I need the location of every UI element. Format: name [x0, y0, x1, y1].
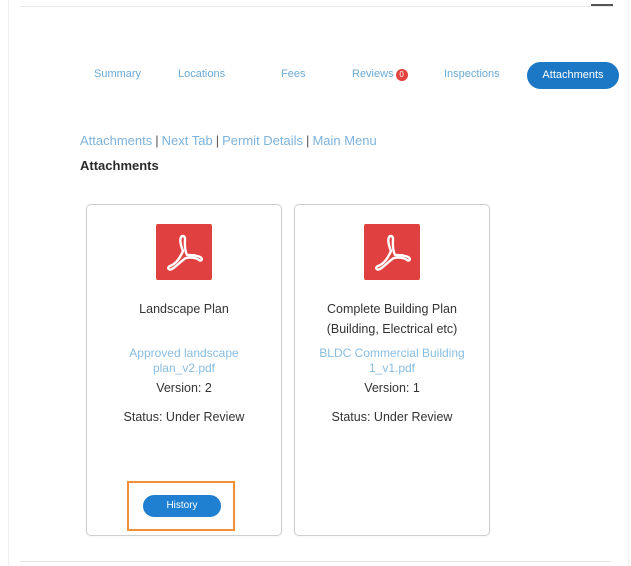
tab-reviews[interactable]: Reviews 0 — [352, 68, 408, 81]
tab-summary[interactable]: Summary — [94, 68, 141, 80]
tab-bar: Summary Locations Fees Reviews 0 Inspecti… — [80, 62, 620, 92]
attachment-card-complete-building-plan: Complete Building Plan (Building, Electr… — [294, 204, 490, 536]
attachment-version: Version: 1 — [364, 381, 420, 395]
page: Summary Locations Fees Reviews 0 Inspecti… — [0, 0, 631, 566]
breadcrumb-attachments[interactable]: Attachments — [80, 133, 152, 148]
breadcrumb-next-tab[interactable]: Next Tab — [162, 133, 213, 148]
attachment-status: Status: Under Review — [331, 410, 453, 424]
bottom-divider — [20, 561, 611, 562]
breadcrumb-separator: | — [215, 133, 220, 148]
left-divider — [8, 0, 9, 566]
top-divider — [20, 6, 613, 7]
breadcrumb-separator: | — [306, 133, 310, 148]
attachment-name: Complete Building Plan (Building, Electr… — [295, 299, 489, 339]
attachment-card-landscape-plan: Landscape Plan Approved landscape plan_v… — [86, 204, 282, 536]
top-mark — [591, 4, 613, 6]
tab-reviews-label: Reviews — [352, 68, 394, 80]
page-title: Attachments — [80, 158, 159, 173]
attachment-file-link[interactable]: Approved landscape plan_v2.pdf — [97, 346, 271, 376]
right-divider — [628, 0, 629, 566]
tab-inspections[interactable]: Inspections — [444, 68, 500, 80]
breadcrumb-separator: | — [155, 133, 159, 148]
tab-fees[interactable]: Fees — [281, 68, 305, 80]
tab-attachments[interactable]: Attachments — [527, 62, 619, 89]
attachment-file-link[interactable]: BLDC Commercial Building 1_v1.pdf — [305, 346, 479, 376]
history-button[interactable]: History — [143, 495, 221, 517]
history-button-highlight: History — [127, 481, 235, 531]
attachment-status: Status: Under Review — [123, 410, 245, 424]
reviews-count-badge: 0 — [395, 69, 408, 81]
attachment-name-line-2: (Building, Electrical etc) — [326, 322, 458, 336]
tab-locations[interactable]: Locations — [178, 68, 225, 80]
attachment-version: Version: 2 — [156, 381, 212, 395]
pdf-icon — [156, 224, 212, 280]
breadcrumb-permit-details[interactable]: Permit Details — [222, 133, 303, 148]
attachment-name: Landscape Plan — [139, 302, 229, 316]
breadcrumb-main-menu[interactable]: Main Menu — [312, 133, 376, 148]
attachment-name-line-1: Complete Building Plan — [327, 302, 457, 316]
pdf-icon — [364, 224, 420, 280]
breadcrumb: Attachments | Next Tab | Permit Details | Main… — [80, 133, 377, 148]
